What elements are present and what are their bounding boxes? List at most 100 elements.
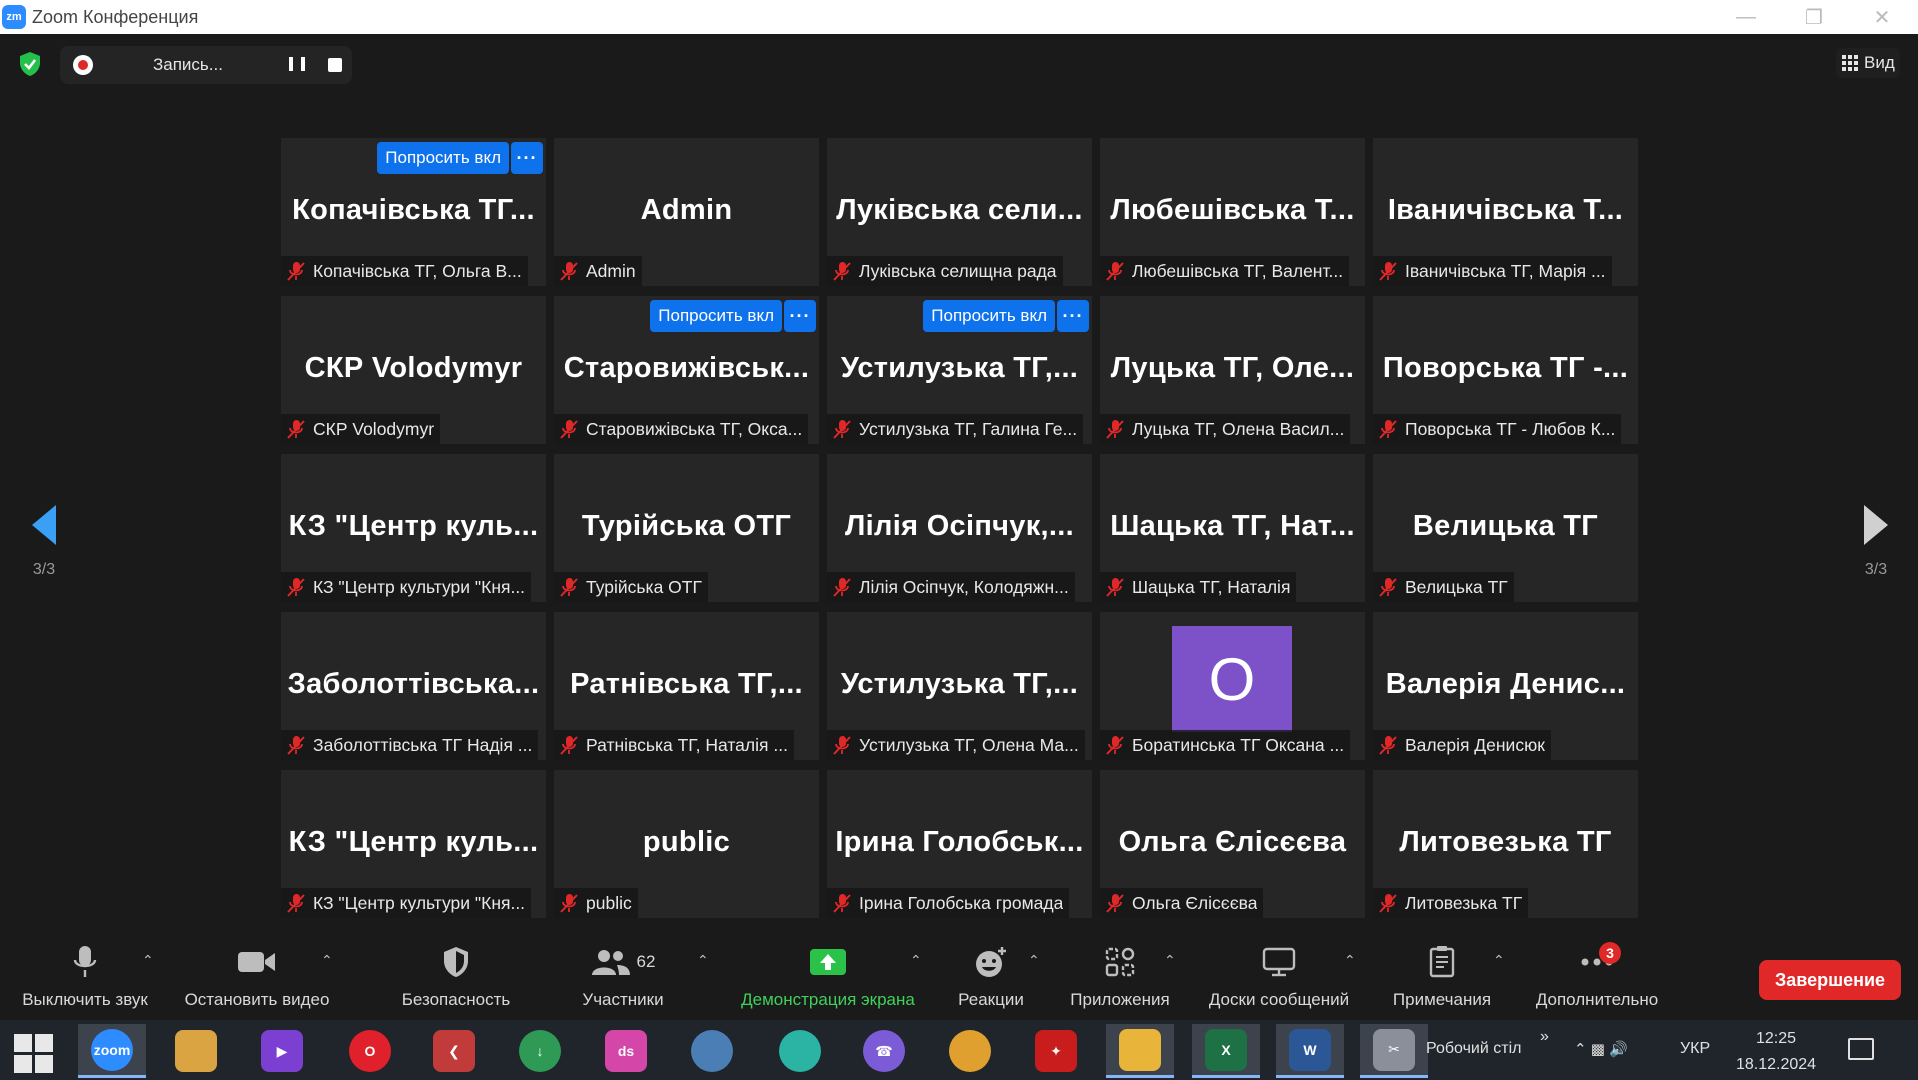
ds-app-icon[interactable]: ds <box>592 1024 660 1078</box>
file-explorer-icon[interactable] <box>1106 1024 1174 1078</box>
participant-tile[interactable]: Шацька ТГ, Нат... Шацька ТГ, Наталія <box>1100 454 1365 602</box>
participant-tile[interactable]: Копачівська ТГ... Попросить вкл ··· Копачів… <box>281 138 546 286</box>
tile-more-options-icon[interactable]: ··· <box>511 142 543 174</box>
participant-display-name: Устилузька ТГ,... <box>840 668 1079 700</box>
participant-tile[interactable]: Любешівська Т... Любешівська ТГ, Валент..… <box>1100 138 1365 286</box>
zoom-app-icon[interactable]: zoom <box>78 1024 146 1078</box>
stop-recording-icon[interactable] <box>328 58 342 72</box>
participant-display-name: СКР Volodymyr <box>304 352 523 384</box>
participant-tile[interactable]: Велицька ТГ Велицька ТГ <box>1373 454 1638 602</box>
audio-options-caret-icon[interactable]: ⌃ <box>142 952 154 969</box>
desktop-toolbar-label[interactable]: Робочий стіл <box>1426 1040 1521 1058</box>
red-app-icon[interactable]: ❮ <box>420 1024 488 1078</box>
participant-tile[interactable]: Іваничівська Т... Іваничівська ТГ, Марія … <box>1373 138 1638 286</box>
participant-tile[interactable]: КЗ "Центр куль... КЗ "Центр культури "Кня… <box>281 770 546 918</box>
system-tray-icons[interactable]: ⌃ ▩ 🔊 <box>1574 1040 1628 1058</box>
participant-tile[interactable]: Литовезька ТГ Литовезька ТГ <box>1373 770 1638 918</box>
video-options-caret-icon[interactable]: ⌃ <box>321 952 333 969</box>
participant-tile[interactable]: Устилузька ТГ,... Попросить вкл ··· Устилуз… <box>827 296 1092 444</box>
notes-button[interactable]: Примечания <box>1376 944 1508 1014</box>
viber-app-icon[interactable]: ☎ <box>850 1024 918 1078</box>
participant-tile[interactable]: Луцька ТГ, Оле... Луцька ТГ, Олена Васил.… <box>1100 296 1365 444</box>
toolbar-overflow-icon[interactable]: » <box>1540 1028 1549 1046</box>
ask-to-unmute-button[interactable]: Попросить вкл <box>377 142 509 174</box>
participant-tile[interactable]: Старовижівськ... Попросить вкл ··· Старовиж… <box>554 296 819 444</box>
previous-page-button[interactable]: 3/3 <box>14 505 74 579</box>
tile-more-options-icon[interactable]: ··· <box>1057 300 1089 332</box>
video-camera-icon <box>238 952 275 972</box>
ask-to-unmute-button[interactable]: Попросить вкл <box>650 300 782 332</box>
participant-name: Заболоттівська ТГ Надія ... <box>313 734 533 755</box>
paint-app-icon[interactable] <box>162 1024 230 1078</box>
download-app-icon[interactable]: ↓ <box>506 1024 574 1078</box>
minimize-icon[interactable]: — <box>1712 0 1780 34</box>
participant-name-label: Іваничівська ТГ, Марія ... <box>1373 256 1612 286</box>
more-button[interactable]: Дополнительно <box>1524 944 1670 1014</box>
participant-name: Ольга Єлісєєва <box>1132 892 1258 913</box>
share-options-caret-icon[interactable]: ⌃ <box>910 952 922 969</box>
participant-tile[interactable]: Admin Admin <box>554 138 819 286</box>
participants-count: 62 <box>636 952 656 971</box>
close-icon[interactable]: ✕ <box>1848 0 1916 34</box>
notification-center-icon[interactable] <box>1848 1038 1874 1060</box>
pause-recording-icon[interactable] <box>289 57 305 73</box>
excel-app-icon[interactable]: X <box>1192 1024 1260 1078</box>
view-button[interactable]: Вид <box>1836 48 1900 78</box>
participant-name-label: Луцька ТГ, Олена Васил... <box>1100 414 1351 444</box>
participant-tile[interactable]: СКР Volodymyr СКР Volodymyr <box>281 296 546 444</box>
participant-tile[interactable]: Заболоттівська... Заболоттівська ТГ Надія… <box>281 612 546 760</box>
participants-button[interactable]: 62 Участники <box>560 944 686 1014</box>
reactions-icon <box>976 947 1006 977</box>
notes-caret-icon[interactable]: ⌃ <box>1493 952 1505 969</box>
participant-tile[interactable]: О Боратинська ТГ Оксана ... <box>1100 612 1365 760</box>
stop-video-button[interactable]: Остановить видео <box>172 944 342 1014</box>
participant-name: Любешівська ТГ, Валент... <box>1132 260 1344 281</box>
participants-caret-icon[interactable]: ⌃ <box>697 952 709 969</box>
reactions-caret-icon[interactable]: ⌃ <box>1028 952 1040 969</box>
whiteboards-button[interactable]: Доски сообщений <box>1198 944 1360 1014</box>
whiteboards-caret-icon[interactable]: ⌃ <box>1344 952 1356 969</box>
participant-tile[interactable]: Ольга Єлісєєва Ольга Єлісєєва <box>1100 770 1365 918</box>
windows-start-icon[interactable] <box>14 1034 54 1074</box>
grid-view-icon <box>1842 55 1858 71</box>
participant-name: Іваничівська ТГ, Марія ... <box>1405 260 1606 281</box>
globe-app-icon[interactable] <box>678 1024 746 1078</box>
reactions-button[interactable]: Реакции <box>946 944 1036 1014</box>
participant-display-name: Лілія Осіпчук,... <box>845 510 1074 542</box>
participant-tile[interactable]: Лілія Осіпчук,... Лілія Осіпчук, Колодяжн… <box>827 454 1092 602</box>
input-language[interactable]: УКР <box>1680 1040 1710 1058</box>
word-app-icon[interactable]: W <box>1276 1024 1344 1078</box>
teal-app-icon[interactable] <box>766 1024 834 1078</box>
participant-tile[interactable]: Ратнівська ТГ,... Ратнівська ТГ, Наталія … <box>554 612 819 760</box>
participant-tile[interactable]: Турійська ОТГ Турійська ОТГ <box>554 454 819 602</box>
participant-tile[interactable]: Ірина Голобськ... Ірина Голобська громада <box>827 770 1092 918</box>
participant-tile[interactable]: КЗ "Центр куль... КЗ "Центр культури "Кня… <box>281 454 546 602</box>
participant-name-label: Устилузька ТГ, Галина Ге... <box>827 414 1084 444</box>
participant-name: КЗ "Центр культури "Кня... <box>313 892 526 913</box>
participant-tile[interactable]: public public <box>554 770 819 918</box>
share-screen-button[interactable]: Демонстрация экрана <box>728 944 928 1014</box>
snipping-app-icon[interactable]: ✂ <box>1360 1024 1428 1078</box>
apps-button[interactable]: Приложения <box>1060 944 1180 1014</box>
participant-tile[interactable]: Устилузька ТГ,... Устилузька ТГ, Олена Ма… <box>827 612 1092 760</box>
next-page-button[interactable]: 3/3 <box>1846 505 1906 579</box>
muted-microphone-icon <box>287 262 305 281</box>
participant-tile[interactable]: Поворська ТГ -... Поворська ТГ - Любов К.… <box>1373 296 1638 444</box>
participant-tile[interactable]: Валерія Денис... Валерія Денисюк <box>1373 612 1638 760</box>
participant-tile[interactable]: Луківська сели... Луківська селищна рада <box>827 138 1092 286</box>
clock[interactable]: 12:25 18.12.2024 <box>1724 1026 1828 1078</box>
opera-browser-icon[interactable]: O <box>336 1024 404 1078</box>
acrobat-app-icon[interactable]: ✦ <box>1022 1024 1090 1078</box>
chrome-browser-icon[interactable] <box>936 1024 1004 1078</box>
security-shield-icon[interactable] <box>16 50 44 78</box>
apps-caret-icon[interactable]: ⌃ <box>1164 952 1176 969</box>
tile-more-options-icon[interactable]: ··· <box>784 300 816 332</box>
mute-button[interactable]: Выключить звук <box>8 944 162 1014</box>
participant-display-name: public <box>642 826 731 858</box>
security-button[interactable]: Безопасность <box>378 944 534 1014</box>
media-app-icon[interactable]: ▶ <box>248 1024 316 1078</box>
restore-icon[interactable]: ❐ <box>1780 0 1848 34</box>
participant-name-label: Шацька ТГ, Наталія <box>1100 572 1297 602</box>
ask-to-unmute-button[interactable]: Попросить вкл <box>923 300 1055 332</box>
end-meeting-button[interactable]: Завершение <box>1759 960 1901 1000</box>
